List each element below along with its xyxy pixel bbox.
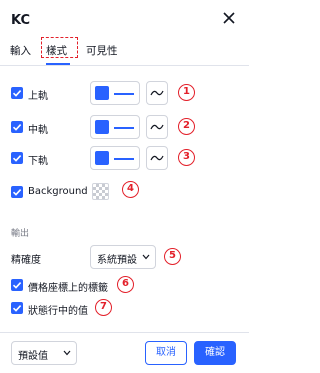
annotation-marker-1: 1 xyxy=(178,84,195,101)
tab-visibility[interactable]: 可見性 xyxy=(86,43,118,58)
tab-highlight-annotation xyxy=(41,37,78,58)
cancel-button[interactable]: 取消 xyxy=(145,341,187,365)
price-scale-labels-checkbox[interactable] xyxy=(11,279,23,291)
chevron-down-icon xyxy=(63,350,71,356)
middle-band-color-picker[interactable] xyxy=(90,115,140,139)
ok-button[interactable]: 確認 xyxy=(194,341,236,365)
annotation-marker-4: 4 xyxy=(122,181,139,198)
precision-select[interactable]: 系統預設 xyxy=(90,245,156,269)
line-sample xyxy=(114,158,134,160)
line-style-icon xyxy=(150,155,164,161)
status-line-values-checkbox[interactable] xyxy=(11,302,23,314)
middle-band-label: 中軌 xyxy=(28,125,48,136)
background-checkbox[interactable] xyxy=(11,186,23,198)
annotation-marker-7: 7 xyxy=(95,299,112,316)
lower-band-color-picker[interactable] xyxy=(90,146,140,170)
background-color-picker[interactable] xyxy=(92,183,109,200)
footer-divider xyxy=(0,332,249,333)
lower-band-plot-style-button[interactable] xyxy=(146,146,168,170)
middle-band-plot-style-button[interactable] xyxy=(146,115,168,139)
background-label: Background xyxy=(28,186,88,197)
color-swatch xyxy=(95,120,109,134)
chevron-down-icon xyxy=(142,254,150,260)
upper-band-color-picker[interactable] xyxy=(90,81,140,105)
dialog-title: KC xyxy=(11,13,31,28)
status-line-values-label: 狀態行中的值 xyxy=(28,306,88,317)
upper-band-checkbox[interactable] xyxy=(11,87,23,99)
close-icon[interactable] xyxy=(222,11,236,25)
lower-band-checkbox[interactable] xyxy=(11,152,23,164)
color-swatch xyxy=(95,151,109,165)
precision-label: 精確度 xyxy=(11,255,41,266)
line-sample xyxy=(114,93,134,95)
defaults-dropdown[interactable]: 預設值 xyxy=(11,341,77,365)
defaults-label: 預設值 xyxy=(18,351,48,362)
upper-band-label: 上軌 xyxy=(28,91,48,102)
tabs-divider xyxy=(0,65,249,66)
tab-inputs[interactable]: 輸入 xyxy=(10,43,31,58)
middle-band-checkbox[interactable] xyxy=(11,121,23,133)
line-sample xyxy=(114,127,134,129)
line-style-icon xyxy=(150,124,164,130)
upper-band-plot-style-button[interactable] xyxy=(146,81,168,105)
annotation-marker-6: 6 xyxy=(117,276,134,293)
lower-band-label: 下軌 xyxy=(28,156,48,167)
price-scale-labels-label: 價格座標上的標籤 xyxy=(28,283,108,294)
color-swatch xyxy=(95,86,109,100)
precision-value: 系統預設 xyxy=(97,255,137,266)
line-style-icon xyxy=(150,90,164,96)
annotation-marker-5: 5 xyxy=(164,248,181,265)
annotation-marker-2: 2 xyxy=(178,118,195,135)
output-section-label: 輸出 xyxy=(11,229,30,239)
annotation-marker-3: 3 xyxy=(178,149,195,166)
